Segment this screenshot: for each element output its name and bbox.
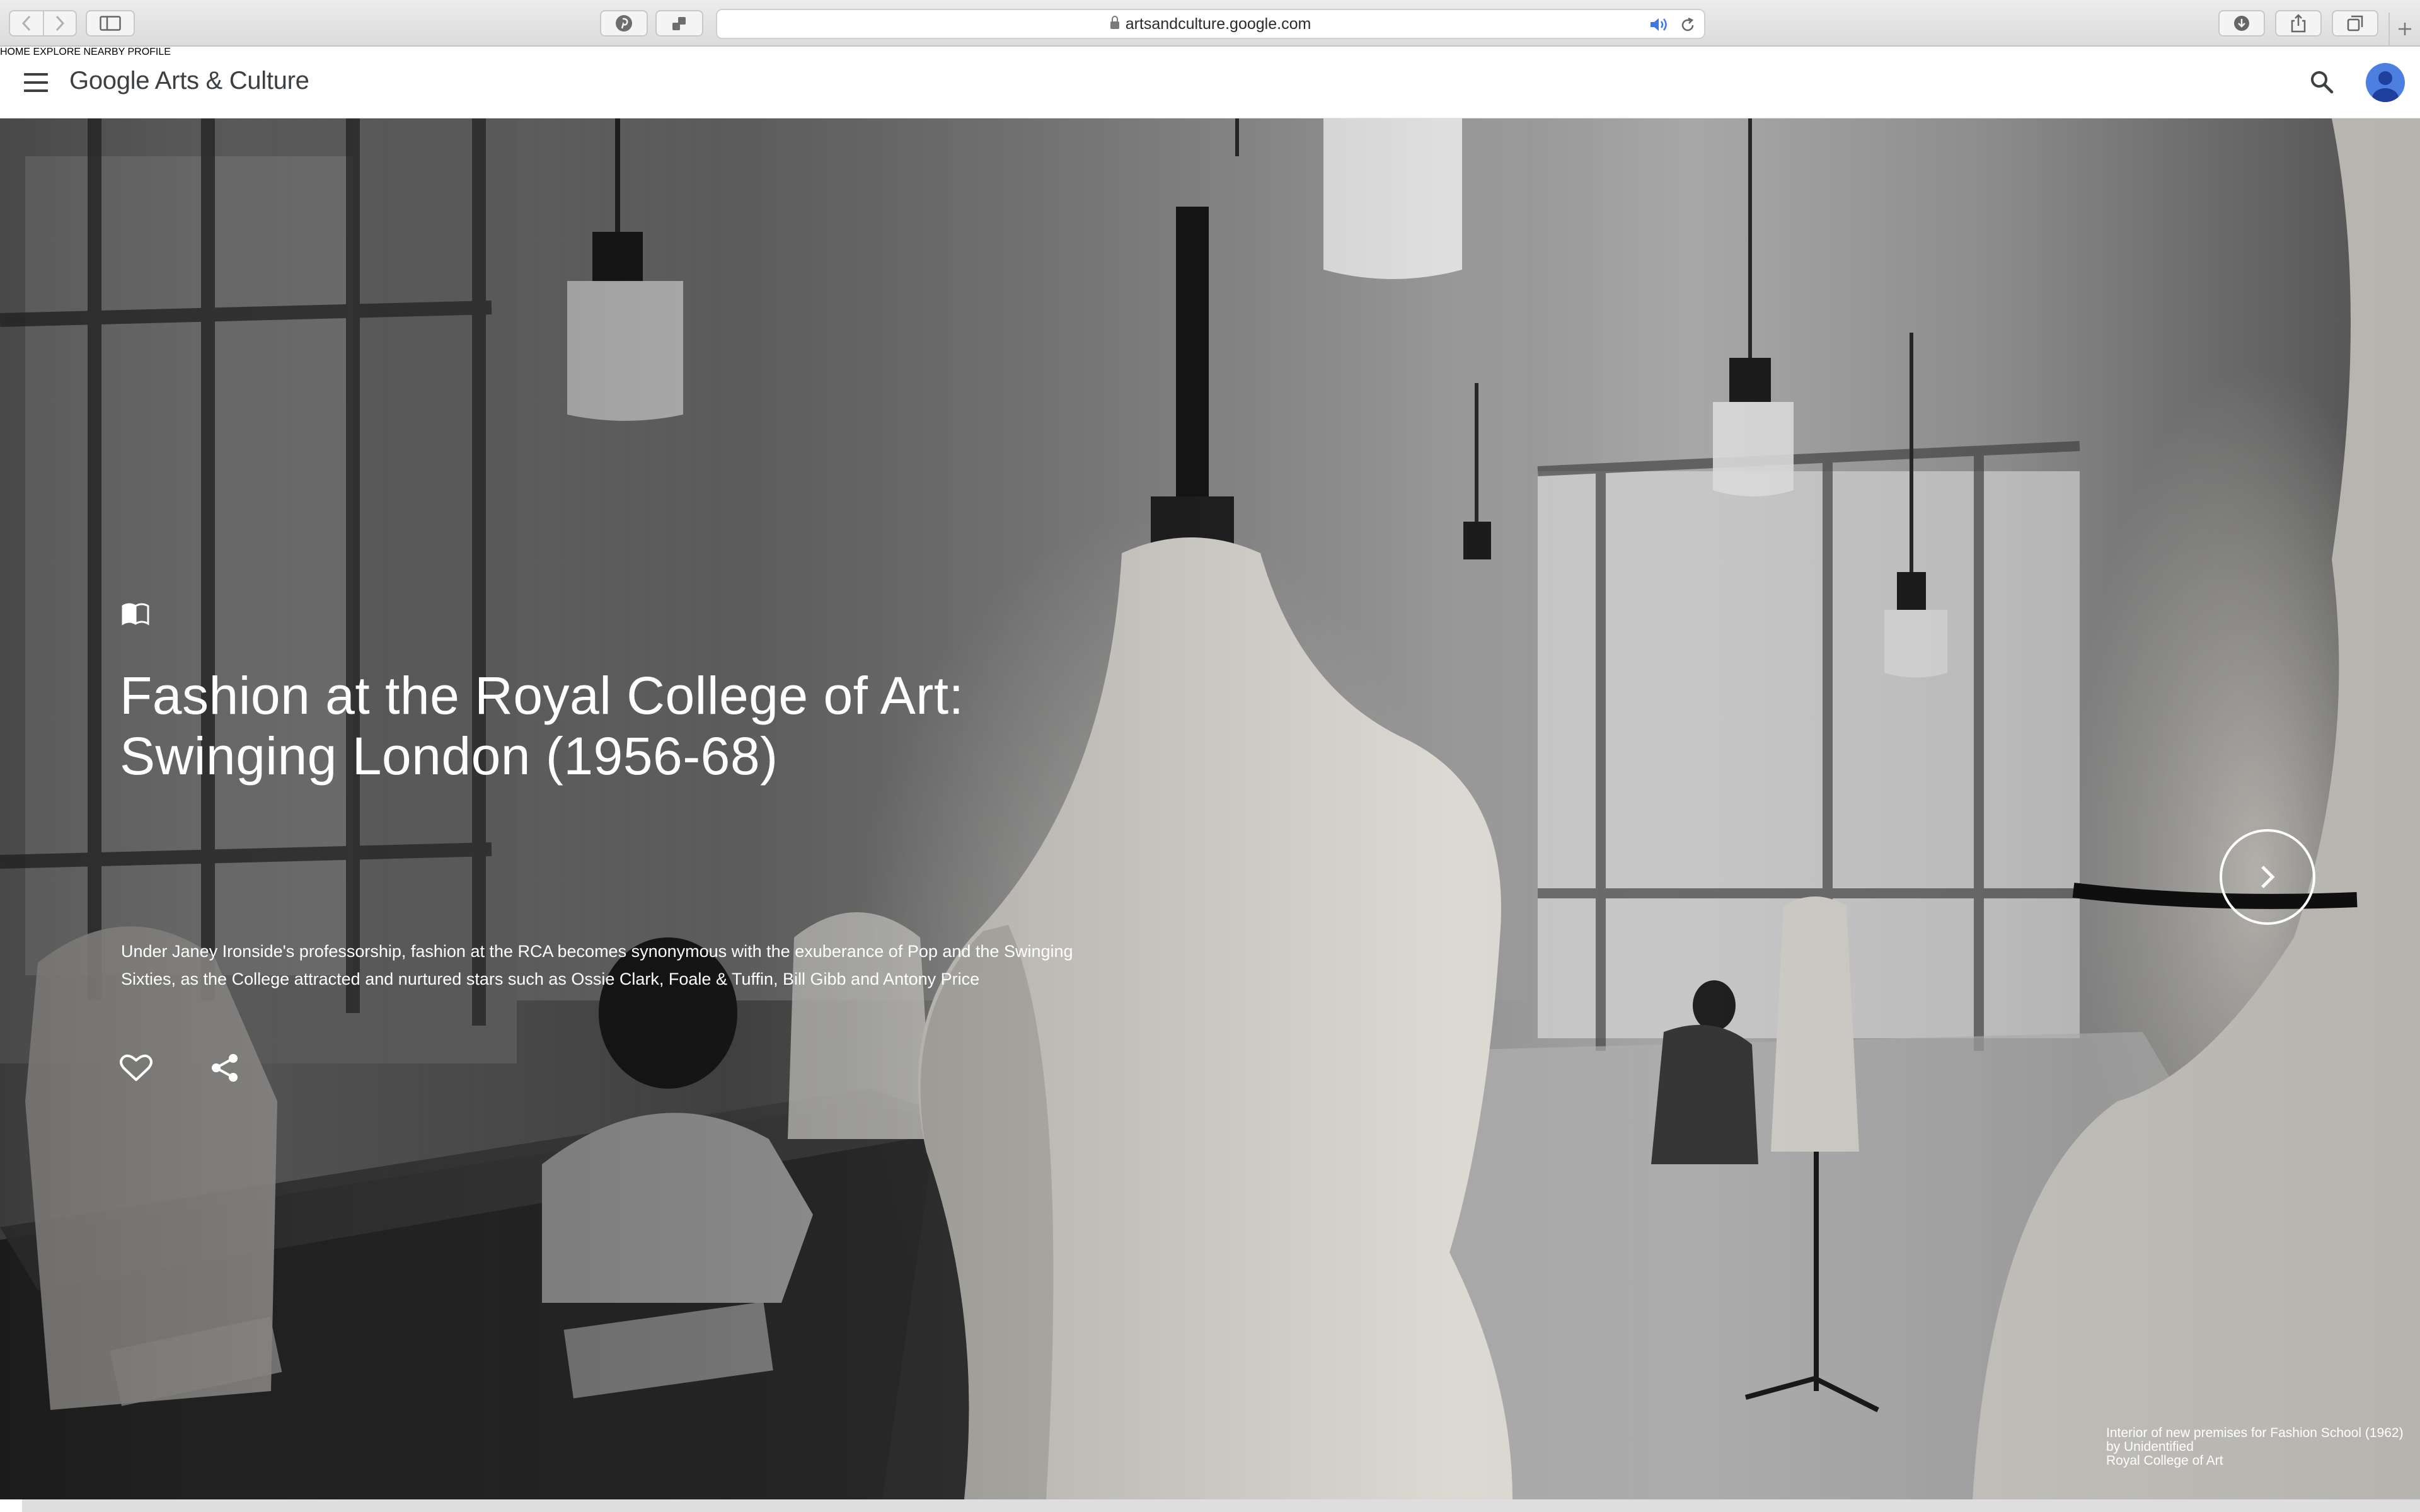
story-description-line-2: Sixties, as the College attracted and nu… — [121, 970, 980, 988]
chevron-left-icon — [21, 15, 31, 32]
chevron-right-icon — [2261, 866, 2275, 888]
hamburger-menu-icon[interactable] — [24, 73, 48, 92]
back-button[interactable] — [10, 11, 43, 35]
chevron-right-icon — [55, 15, 65, 32]
tabs-icon — [2347, 15, 2363, 32]
sidebar-toggle-button[interactable] — [86, 10, 135, 37]
nav-home[interactable]: HOME — [0, 47, 30, 57]
url-text: artsandculture.google.com — [1125, 14, 1311, 33]
user-avatar-icon[interactable] — [2366, 63, 2405, 102]
share-icon[interactable] — [210, 1053, 239, 1082]
hero-section: Fashion at the Royal College of Art: Swi… — [0, 118, 2420, 1499]
extension-icon — [672, 17, 686, 30]
caption-creator: by Unidentified — [2106, 1440, 2194, 1454]
search-icon[interactable] — [2309, 69, 2334, 94]
story-title: Fashion at the Royal College of Art: Swi… — [120, 665, 1191, 786]
site-header: Google Arts & Culture HOME EXPLORE NEARB… — [0, 47, 2420, 118]
new-tab-button[interactable] — [2388, 13, 2419, 47]
nav-profile[interactable]: PROFILE — [127, 47, 170, 57]
forward-button[interactable] — [43, 11, 76, 35]
open-book-icon — [121, 602, 150, 626]
lock-icon — [1110, 16, 1119, 29]
nav-nearby[interactable]: NEARBY — [84, 47, 125, 57]
download-icon — [2234, 16, 2249, 31]
story-progress-fill — [0, 1499, 22, 1512]
heart-icon[interactable] — [120, 1053, 153, 1082]
reload-icon[interactable] — [1679, 16, 1697, 34]
caption-title: Interior of new premises for Fashion Sch… — [2106, 1426, 2404, 1440]
nav-explore[interactable]: EXPLORE — [33, 47, 81, 57]
plus-icon — [2399, 23, 2411, 35]
site-logo[interactable]: Google Arts & Culture — [69, 67, 309, 95]
share-page-button[interactable] — [2275, 10, 2322, 37]
tab-overview-button[interactable] — [2332, 10, 2378, 37]
story-progress-bar — [0, 1499, 2420, 1512]
story-title-line-2: Swinging London (1956-68) — [120, 726, 778, 786]
next-slide-button[interactable] — [2220, 829, 2315, 925]
story-title-line-1: Fashion at the Royal College of Art: — [120, 666, 964, 725]
share-sheet-icon — [2291, 14, 2306, 33]
audio-playing-icon[interactable] — [1649, 16, 1669, 33]
story-description: Under Janey Ironside's professorship, fa… — [121, 937, 1142, 993]
history-nav-group — [9, 10, 77, 37]
extension-button[interactable] — [655, 10, 703, 37]
downloads-button[interactable] — [2218, 10, 2265, 37]
url-text-row: artsandculture.google.com — [717, 10, 1704, 38]
photo-caption[interactable]: Interior of new premises for Fashion Sch… — [2106, 1426, 2409, 1468]
caption-institution: Royal College of Art — [2106, 1453, 2223, 1468]
hero-overlay — [0, 118, 2420, 1499]
pinterest-extension-button[interactable] — [600, 10, 648, 37]
pinterest-icon — [616, 15, 632, 32]
browser-toolbar: artsandculture.google.com — [0, 0, 2420, 47]
sidebar-icon — [100, 16, 121, 31]
address-bar[interactable]: artsandculture.google.com — [716, 9, 1705, 39]
story-description-line-1: Under Janey Ironside's professorship, fa… — [121, 942, 1073, 961]
